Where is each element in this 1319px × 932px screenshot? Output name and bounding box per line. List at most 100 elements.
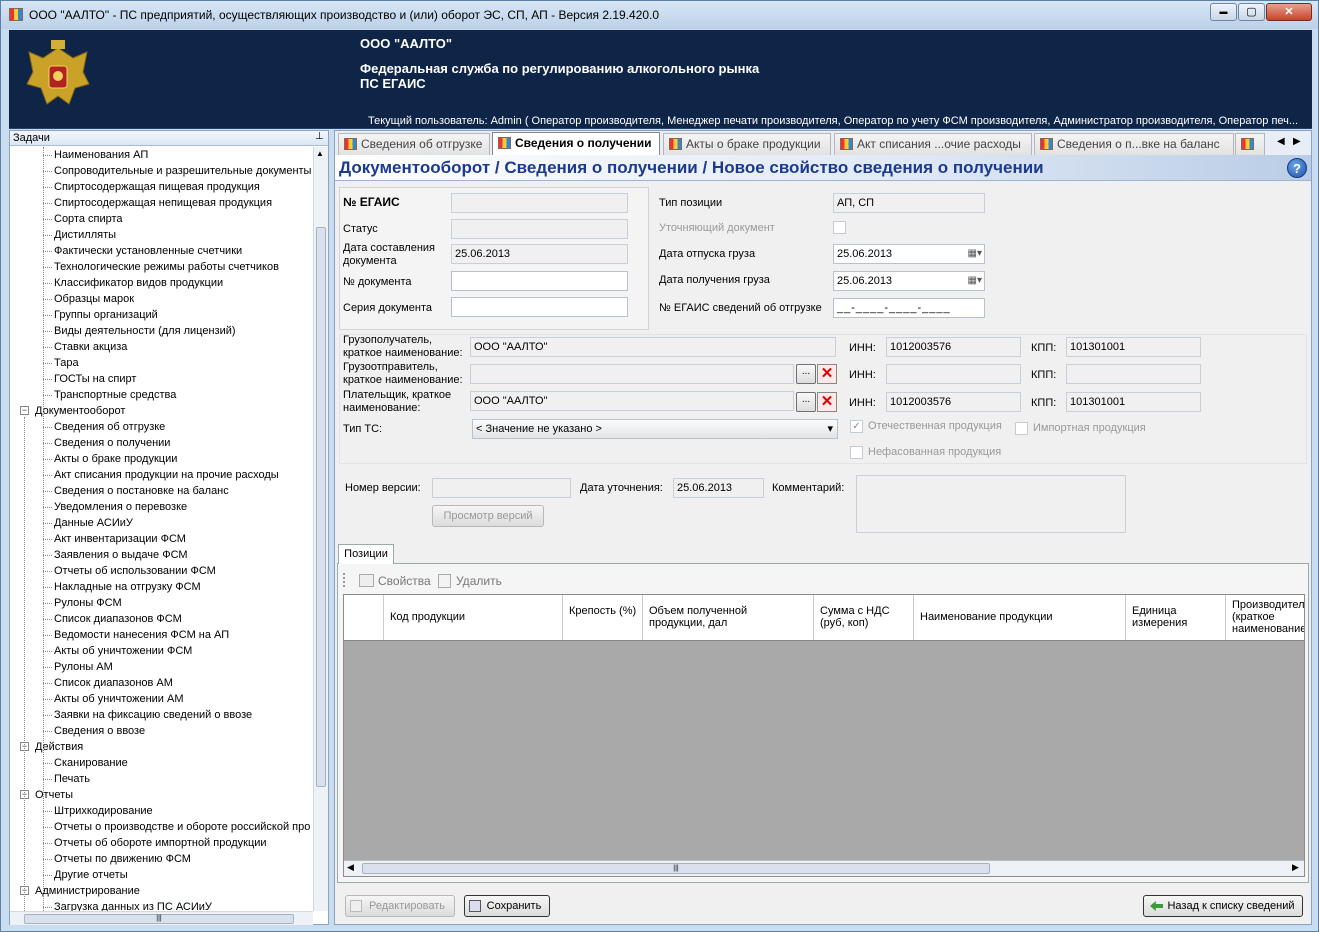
tree-item[interactable]: Сведения о ввозе <box>54 723 145 739</box>
properties-button[interactable]: Свойства <box>378 574 431 588</box>
delete-button[interactable]: Удалить <box>456 574 502 588</box>
tree-item[interactable]: Группы организаций <box>54 307 158 323</box>
ts-type-select[interactable]: < Значение не указано > ▾ <box>472 419 838 439</box>
view-versions-button[interactable]: Просмотр версий <box>432 505 544 527</box>
col-volume[interactable]: Объем полученной продукции, дал <box>643 595 814 640</box>
tree-item[interactable]: Тара <box>54 355 79 371</box>
tree-item[interactable]: Сведения о постановке на баланс <box>54 483 229 499</box>
payer-clear-icon[interactable]: ✕ <box>817 392 837 412</box>
tree-item[interactable]: Акты о браке продукции <box>54 451 177 467</box>
domestic-checkbox[interactable]: ✓ <box>850 420 863 433</box>
scroll-right-arrow[interactable]: ▶ <box>1292 862 1299 873</box>
maximize-button[interactable]: ▢ <box>1238 3 1265 21</box>
tab-3[interactable]: Акт списания ...очие расходы <box>834 133 1032 155</box>
tree-item[interactable]: Список диапазонов ФСМ <box>54 611 182 627</box>
tab-positions[interactable]: Позиции <box>338 544 394 564</box>
tree-item[interactable]: Штрихкодирование <box>54 803 153 819</box>
payer-browse-button[interactable]: ... <box>796 392 816 412</box>
tree-item[interactable]: Спиртосодержащая непищевая продукция <box>54 195 272 211</box>
col-product-name[interactable]: Наименование продукции <box>914 595 1126 640</box>
tree-item[interactable]: Накладные на отгрузку ФСМ <box>54 579 201 595</box>
positions-grid[interactable]: Код продукции Крепость (%) Объем получен… <box>343 594 1305 877</box>
tree-item[interactable]: Виды деятельности (для лицензий) <box>54 323 236 339</box>
col-unit[interactable]: Единица измерения <box>1126 595 1226 640</box>
tree-item[interactable]: Другие отчеты <box>54 867 128 883</box>
tree-item[interactable]: Наименования АП <box>54 147 148 163</box>
tree-item[interactable]: Акт списания продукции на прочие расходы <box>54 467 279 483</box>
tree-item[interactable]: Акты об уничтожении ФСМ <box>54 643 192 659</box>
shipper-browse-button[interactable]: ... <box>796 364 816 384</box>
tree-item[interactable]: Спиртосодержащая пищевая продукция <box>54 179 260 195</box>
tab-4[interactable]: Сведения о п...вке на баланс <box>1034 133 1234 155</box>
tree-horizontal-scrollbar[interactable]: ||| <box>10 911 313 925</box>
tree-item[interactable]: Отчеты о производстве и обороте российск… <box>54 819 310 835</box>
edit-button[interactable]: Редактировать <box>345 895 455 917</box>
tree-item[interactable]: Рулоны АМ <box>54 659 113 675</box>
recv-date-input[interactable]: 25.06.2013 ▦▾ <box>833 271 985 291</box>
collapse-icon[interactable]: − <box>20 406 29 415</box>
tree-item[interactable]: Акты об уничтожении АМ <box>54 691 184 707</box>
tree-item[interactable]: Сорта спирта <box>54 211 123 227</box>
tree-item[interactable]: Транспортные средства <box>54 387 176 403</box>
import-checkbox[interactable] <box>1015 422 1028 435</box>
tree-item[interactable]: Дистилляты <box>54 227 116 243</box>
col-strength[interactable]: Крепость (%) <box>563 595 643 640</box>
tree-item[interactable]: Заявления о выдаче ФСМ <box>54 547 188 563</box>
tree-item[interactable]: Фактически установленные счетчики <box>54 243 242 259</box>
tree-item[interactable]: Акт инвентаризации ФСМ <box>54 531 186 547</box>
tab-0[interactable]: Сведения об отгрузке <box>338 133 490 155</box>
tree-item[interactable]: Отчеты об использовании ФСМ <box>54 563 216 579</box>
col-sum[interactable]: Сумма с НДС (руб, коп) <box>814 595 914 640</box>
ship-date-input[interactable]: 25.06.2013 ▦▾ <box>833 244 985 264</box>
tree-item[interactable]: Сведения об отгрузке <box>54 419 165 435</box>
scroll-thumb[interactable] <box>316 227 326 787</box>
tree-item[interactable]: Сопроводительные и разрешительные докуме… <box>54 163 311 179</box>
unpacked-checkbox[interactable] <box>850 446 863 459</box>
tab-overflow[interactable] <box>1235 133 1265 155</box>
calendar-icon[interactable]: ▦▾ <box>968 245 982 263</box>
tree-group-item[interactable]: Документооборот <box>35 403 125 419</box>
pin-icon[interactable]: ⊥ <box>315 131 324 142</box>
egais-ship-input[interactable]: __-____-____-____ <box>833 298 985 318</box>
h-scroll-thumb[interactable]: ||| <box>24 914 294 924</box>
tree-item[interactable]: Загрузка данных из ПС АСИиУ <box>54 899 212 911</box>
help-icon[interactable]: ? <box>1287 158 1307 178</box>
tab-next-arrow[interactable]: ▶ <box>1293 136 1301 147</box>
tree-item[interactable]: Уведомления о перевозке <box>54 499 187 515</box>
col-producer[interactable]: Производитель (краткое наименование) <box>1226 595 1304 640</box>
tree-item[interactable]: Данные АСИиУ <box>54 515 133 531</box>
tree-group-item[interactable]: Администрирование <box>35 883 140 899</box>
tree-item[interactable]: Сведения о получении <box>54 435 170 451</box>
back-to-list-button[interactable]: Назад к списку сведений <box>1143 895 1303 917</box>
tree-item[interactable]: Заявки на фиксацию сведений о ввозе <box>54 707 252 723</box>
tree-item[interactable]: Печать <box>54 771 90 787</box>
tree-vertical-scrollbar[interactable]: ▲ <box>313 147 328 911</box>
doc-no-input[interactable] <box>451 271 628 291</box>
scroll-left-arrow[interactable]: ◀ <box>347 862 354 873</box>
tree-item[interactable]: Классификатор видов продукции <box>54 275 223 291</box>
tree-item[interactable]: Список диапазонов АМ <box>54 675 173 691</box>
minimize-button[interactable]: ▬ <box>1210 3 1237 21</box>
tab-prev-arrow[interactable]: ◀ <box>1277 136 1285 147</box>
tab-1[interactable]: Сведения о получении <box>492 132 660 156</box>
col-product-code[interactable]: Код продукции <box>384 595 563 640</box>
tree-item[interactable]: Ставки акциза <box>54 339 127 355</box>
tree-item[interactable]: Отчеты об обороте импортной продукции <box>54 835 267 851</box>
grid-horizontal-scrollbar[interactable]: ◀ ||| ▶ <box>344 860 1304 876</box>
tree-item[interactable]: Образцы марок <box>54 291 134 307</box>
tree-item[interactable]: Сканирование <box>54 755 128 771</box>
close-button[interactable]: ✕ <box>1266 3 1312 21</box>
shipper-clear-icon[interactable]: ✕ <box>817 364 837 384</box>
tree-item[interactable]: ГОСТы на спирт <box>54 371 136 387</box>
clarifying-checkbox[interactable] <box>833 221 846 234</box>
tree-item[interactable]: Отчеты по движению ФСМ <box>54 851 191 867</box>
scroll-up-arrow[interactable]: ▲ <box>316 149 326 159</box>
doc-series-input[interactable] <box>451 297 628 317</box>
calendar-icon[interactable]: ▦▾ <box>968 272 982 290</box>
tree-item[interactable]: Ведомости нанесения ФСМ на АП <box>54 627 229 643</box>
tab-2[interactable]: Акты о браке продукции <box>663 133 831 155</box>
tree-item[interactable]: Технологические режимы работы счетчиков <box>54 259 279 275</box>
tree-group-item[interactable]: Отчеты <box>35 787 73 803</box>
save-button[interactable]: Сохранить <box>464 895 550 917</box>
chevron-down-icon[interactable]: ▾ <box>827 420 833 438</box>
